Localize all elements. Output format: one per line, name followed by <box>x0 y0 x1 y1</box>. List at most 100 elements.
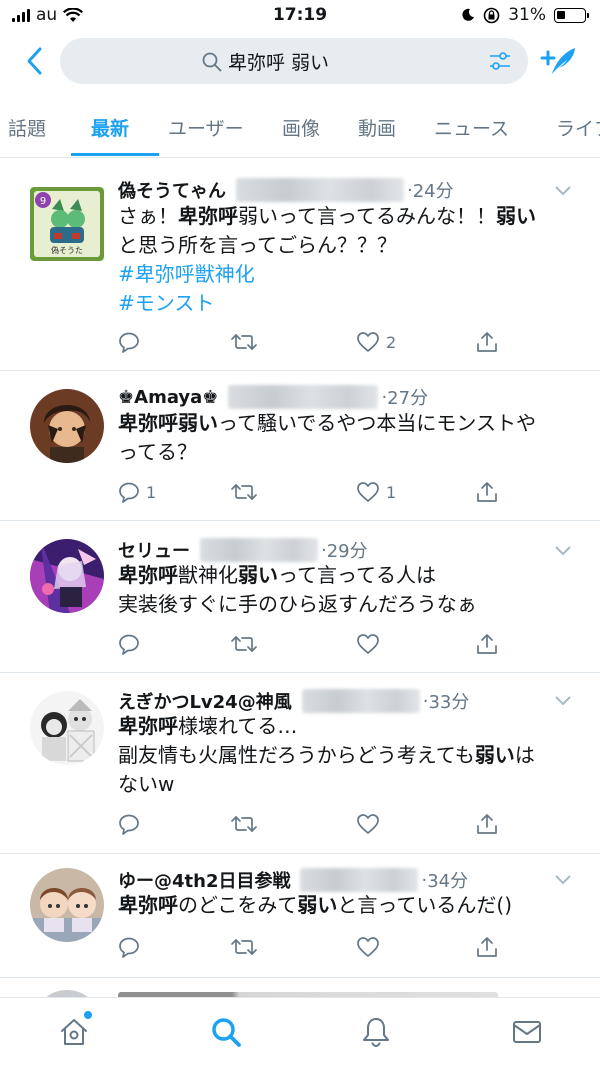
like-icon <box>357 482 379 502</box>
reply-button[interactable] <box>118 813 146 835</box>
avatar[interactable]: 9 偽そうた <box>30 187 104 261</box>
rotation-lock-icon <box>483 7 500 23</box>
like-button[interactable] <box>356 813 386 835</box>
retweet-icon <box>231 816 257 832</box>
like-button[interactable]: 2 <box>356 331 396 353</box>
tweet-time[interactable]: 34分 <box>427 867 468 893</box>
tweet-actions <box>118 813 518 839</box>
tab-news[interactable]: ニュース <box>434 114 509 141</box>
like-icon <box>357 332 379 352</box>
share-icon <box>477 332 497 352</box>
hashtag-link[interactable]: #卑弥呼獣神化 <box>118 260 578 289</box>
redacted-handle <box>236 178 404 202</box>
search-icon[interactable] <box>210 1016 242 1048</box>
tweet-header: ♚Amaya♚ · 27分 <box>118 384 428 410</box>
avatar-image: 9 偽そうた <box>30 187 104 261</box>
like-button[interactable]: 1 <box>356 481 396 503</box>
avatar-caption: 偽そうた <box>51 245 83 255</box>
tab-images[interactable]: 画像 <box>282 114 320 141</box>
like-button[interactable] <box>356 633 386 655</box>
notifications-icon[interactable] <box>360 1016 392 1048</box>
retweet-button[interactable] <box>230 331 258 353</box>
tweet-card[interactable]: ゆー@4th2日目参戦 · 34分 卑弥呼のどこをみて弱いと言っているんだ() <box>0 854 600 978</box>
avatar[interactable] <box>30 868 104 942</box>
reply-button[interactable] <box>118 936 146 958</box>
share-button[interactable] <box>476 936 498 958</box>
home-icon[interactable] <box>58 1016 90 1048</box>
compose-icon[interactable] <box>538 44 578 78</box>
search-input[interactable] <box>228 44 448 78</box>
tab-latest[interactable]: 最新 <box>91 114 129 141</box>
retweet-button[interactable] <box>230 481 258 503</box>
tweet-text: 卑弥呼のどこをみて弱いと言っているんだ() <box>118 893 513 917</box>
chevron-down-icon[interactable] <box>554 185 572 197</box>
tweet-card[interactable]: 9 偽そうた 偽そうてゃん · 24分 さぁ！卑弥呼弱いって言ってるみんな！！弱… <box>0 159 600 371</box>
status-bar: au 17:19 31% <box>0 0 600 32</box>
reply-button[interactable]: 1 <box>118 481 156 503</box>
display-name[interactable]: 偽そうてゃん <box>118 177 226 203</box>
display-name[interactable]: ♚Amaya♚ <box>118 387 218 408</box>
share-button[interactable] <box>476 331 498 353</box>
chevron-down-icon[interactable] <box>554 874 572 886</box>
chevron-down-icon[interactable] <box>554 545 572 557</box>
moon-icon <box>462 8 475 21</box>
tweet-time[interactable]: 24分 <box>413 177 454 203</box>
share-icon <box>477 482 497 502</box>
tweet-header: えぎかつLv24@神風 · 33分 <box>118 688 469 714</box>
retweet-icon <box>231 334 257 350</box>
reply-button[interactable] <box>118 633 146 655</box>
like-button[interactable] <box>356 936 386 958</box>
avatar[interactable] <box>30 691 104 765</box>
avatar[interactable] <box>30 389 104 463</box>
battery-icon <box>554 7 589 23</box>
hashtag-link[interactable]: #モンスト <box>118 289 578 318</box>
redacted-handle <box>301 689 420 713</box>
tweet-card[interactable]: セリュー · 29分 卑弥呼獣神化弱いって言ってる人は 実装後すぐに手のひら返す… <box>0 521 600 673</box>
tweet-actions <box>118 633 518 659</box>
redacted-handle <box>300 868 419 892</box>
retweet-button[interactable] <box>230 813 258 835</box>
display-name[interactable]: セリュー <box>118 537 190 563</box>
reply-icon <box>119 332 139 353</box>
tweet-card[interactable]: えぎかつLv24@神風 · 33分 卑弥呼様壊れてる… 副友情も火属性だろうから… <box>0 673 600 854</box>
tweet-header: セリュー · 29分 <box>118 537 368 563</box>
tweet-text: 卑弥呼獣神化弱いって言ってる人は 実装後すぐに手のひら返すんだろうなぁ <box>118 563 477 616</box>
tab-top[interactable]: 話題 <box>8 114 46 141</box>
tweet-text: 卑弥呼様壊れてる… 副友情も火属性だろうからどう考えても弱いは ないw <box>118 714 535 796</box>
reply-button[interactable] <box>118 331 146 353</box>
filter-icon[interactable] <box>488 50 512 72</box>
display-name[interactable]: ゆー@4th2日目参戦 <box>118 867 290 893</box>
share-button[interactable] <box>476 633 498 655</box>
tweet-time[interactable]: 33分 <box>428 688 469 714</box>
tweet-text: 卑弥呼弱いって騒いでるやつ本当にモンストや ってる？ <box>118 411 536 464</box>
redacted-handle <box>200 538 318 562</box>
retweet-button[interactable] <box>230 633 258 655</box>
tweet-header: 偽そうてゃん · 24分 <box>118 177 454 203</box>
bottom-navigation <box>0 997 600 1067</box>
tab-live[interactable]: ライブ <box>556 114 600 141</box>
search-box[interactable] <box>60 38 528 84</box>
avatar-image <box>30 389 104 463</box>
avatar[interactable] <box>30 539 104 613</box>
share-button[interactable] <box>476 813 498 835</box>
messages-icon[interactable] <box>511 1016 543 1048</box>
search-header <box>0 36 600 88</box>
tweet-time[interactable]: 27分 <box>387 384 428 410</box>
reply-icon <box>119 634 139 655</box>
reply-icon <box>119 814 139 835</box>
tweet-time[interactable]: 29分 <box>327 537 368 563</box>
share-icon <box>477 937 497 957</box>
back-icon[interactable] <box>22 44 48 78</box>
reply-count: 1 <box>146 482 157 502</box>
tweet-card[interactable]: ♚Amaya♚ · 27分 卑弥呼弱いって騒いでるやつ本当にモンストや ってる？… <box>0 371 600 521</box>
tab-videos[interactable]: 動画 <box>358 114 396 141</box>
tab-users[interactable]: ユーザー <box>168 114 244 141</box>
chevron-down-icon[interactable] <box>554 695 572 707</box>
search-tabs: 話題 最新 ユーザー 画像 動画 ニュース ライブ <box>0 96 600 158</box>
share-button[interactable] <box>476 481 498 503</box>
avatar-image <box>30 539 104 613</box>
retweet-button[interactable] <box>230 936 258 958</box>
redacted-handle <box>228 385 379 409</box>
tweet-actions: 2 <box>118 331 518 357</box>
display-name[interactable]: えぎかつLv24@神風 <box>118 688 292 714</box>
